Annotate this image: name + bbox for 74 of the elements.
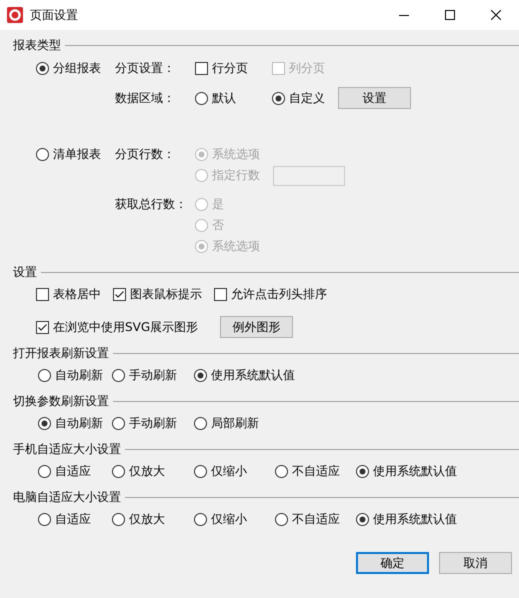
radio-button[interactable] — [356, 464, 369, 478]
option-label: 局部刷新 — [211, 414, 259, 432]
button[interactable]: 取消 — [439, 552, 512, 574]
radio-button[interactable] — [38, 368, 51, 382]
radio-button[interactable] — [194, 368, 207, 382]
option-label: 默认 — [212, 90, 236, 106]
option-label: 使用系统默认值 — [373, 462, 457, 480]
option-label: 自适应 — [55, 510, 91, 528]
button[interactable]: 例外图形 — [220, 316, 294, 338]
option-label: 清单报表 — [53, 146, 101, 163]
radio-button[interactable] — [36, 62, 49, 75]
radio-button[interactable] — [112, 464, 125, 478]
radio-button[interactable] — [194, 512, 207, 526]
field-label: 分页行数： — [115, 146, 175, 163]
radio-button[interactable] — [112, 416, 125, 430]
button[interactable]: 确定 — [356, 552, 429, 574]
option-label: 手动刷新 — [129, 414, 177, 432]
option-label: 自动刷新 — [55, 414, 103, 432]
radio-button[interactable] — [36, 148, 49, 161]
field-label: 分页设置： — [115, 60, 175, 77]
option-label: 分组报表 — [53, 60, 101, 77]
radio-button[interactable] — [194, 464, 207, 478]
option-label: 仅放大 — [129, 462, 165, 480]
radio-button[interactable] — [38, 416, 51, 430]
option-label: 表格居中 — [53, 286, 101, 302]
checkbox[interactable] — [195, 62, 208, 75]
option-label: 系统选项 — [212, 146, 260, 163]
checkbox[interactable] — [113, 288, 126, 300]
checkbox[interactable] — [214, 288, 227, 300]
option-label: 仅放大 — [129, 510, 165, 528]
option-label: 使用系统默认值 — [211, 366, 295, 384]
option-label: 自动刷新 — [55, 366, 103, 384]
checkbox[interactable] — [36, 320, 49, 334]
option-label: 列分页 — [289, 60, 325, 77]
radio-button[interactable] — [272, 92, 285, 104]
window-title: 页面设置 — [30, 6, 78, 24]
option-label: 否 — [212, 217, 224, 234]
option-label: 使用系统默认值 — [373, 510, 457, 528]
option-label: 指定行数 — [212, 167, 260, 184]
radio-button[interactable] — [112, 512, 125, 526]
option-label: 自适应 — [55, 462, 91, 480]
option-label: 自定义 — [289, 90, 325, 106]
radio-button[interactable] — [195, 92, 208, 104]
group-title: 设置 — [13, 264, 37, 280]
option-label: 在浏览中使用SVG展示图形 — [53, 318, 198, 336]
radio-button[interactable] — [38, 464, 51, 478]
radio-button[interactable] — [194, 416, 207, 430]
maximize-icon[interactable] — [445, 10, 455, 20]
field-label: 数据区域： — [115, 90, 175, 106]
radio-button[interactable] — [356, 512, 369, 526]
option-label: 允许点击列头排序 — [231, 286, 327, 302]
button[interactable]: 设置 — [338, 87, 411, 109]
radio-button[interactable] — [112, 368, 125, 382]
radio-button[interactable] — [275, 464, 288, 478]
radio-button[interactable] — [275, 512, 288, 526]
group-title: 打开报表刷新设置 — [13, 344, 109, 362]
option-label: 手动刷新 — [129, 366, 177, 384]
option-label: 仅缩小 — [211, 510, 247, 528]
option-label: 不自适应 — [292, 462, 340, 480]
group-title: 电脑自适应大小设置 — [13, 488, 121, 506]
option-label: 系统选项 — [212, 238, 260, 255]
field-label: 获取总行数： — [115, 196, 187, 213]
group-title: 手机自适应大小设置 — [13, 440, 121, 458]
close-icon[interactable] — [491, 10, 501, 20]
option-label: 不自适应 — [292, 510, 340, 528]
option-label: 图表鼠标提示 — [130, 286, 202, 302]
checkbox[interactable] — [36, 288, 49, 300]
option-label: 行分页 — [212, 60, 248, 77]
option-label: 是 — [212, 196, 224, 213]
group-title: 切换参数刷新设置 — [13, 392, 109, 410]
option-label: 仅缩小 — [211, 462, 247, 480]
group-title: 报表类型 — [13, 36, 61, 54]
radio-button[interactable] — [38, 512, 51, 526]
app-logo-icon — [7, 7, 23, 23]
